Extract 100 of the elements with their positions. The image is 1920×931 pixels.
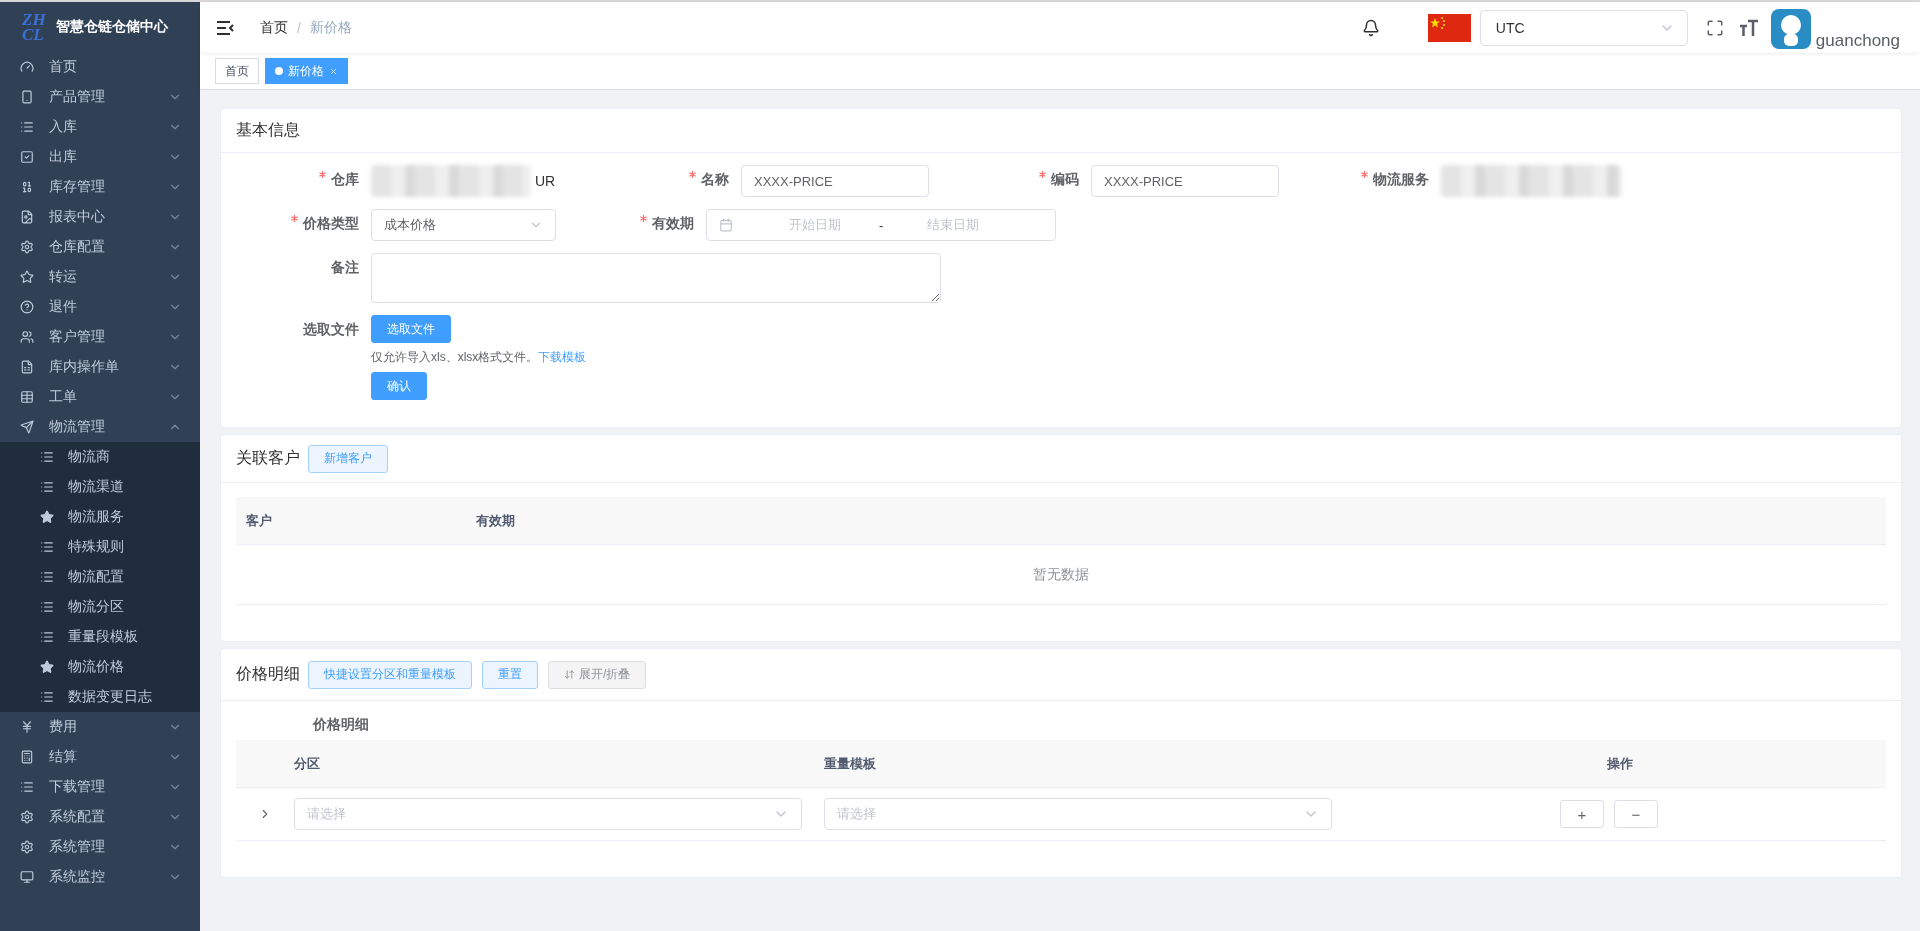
submenu-item[interactable]: 物流价格	[0, 652, 200, 682]
field-label: 选取文件	[302, 320, 360, 339]
font-size-icon[interactable]	[1738, 18, 1759, 37]
timezone-select[interactable]: UTC	[1479, 9, 1688, 46]
remark-field[interactable]	[371, 253, 941, 303]
menu-icon	[20, 840, 34, 854]
submenu-item[interactable]: 重量段模板	[0, 622, 200, 652]
range-separator: -	[879, 217, 885, 233]
menu-item[interactable]: 转运	[0, 262, 200, 292]
menu-item[interactable]: 工单	[0, 382, 200, 412]
breadcrumb-item[interactable]: 首页	[260, 18, 288, 37]
required-asterisk-icon	[640, 215, 647, 222]
submenu-item[interactable]: 特殊规则	[0, 532, 200, 562]
menu-icon	[20, 390, 34, 404]
breadcrumb-separator: /	[297, 19, 301, 36]
submenu-item[interactable]: 数据变更日志	[0, 682, 200, 712]
avatar-icon[interactable]	[1770, 9, 1811, 49]
menu-icon	[20, 720, 34, 734]
list-icon	[40, 540, 54, 554]
card-title: 关联客户	[236, 448, 300, 468]
menu-item[interactable]: 首页	[0, 52, 200, 82]
field-value: UR	[535, 172, 556, 191]
input-field[interactable]: XXXX-PRICE	[1091, 165, 1279, 197]
menu-icon	[20, 750, 34, 764]
menu-icon	[20, 180, 34, 194]
menu-item[interactable]: 产品管理	[0, 82, 200, 112]
list-icon	[40, 570, 54, 584]
menu-icon	[20, 330, 34, 344]
field-label: 编码	[929, 165, 1091, 193]
menu-item[interactable]: 入库	[0, 112, 200, 142]
field-label: 仓库	[221, 165, 371, 193]
list-icon	[40, 480, 54, 494]
menu-item[interactable]: 物流管理	[0, 412, 200, 442]
menu-item[interactable]: 系统监控	[0, 862, 200, 892]
menu-icon	[20, 120, 34, 134]
notification-bell-icon[interactable]	[1361, 18, 1380, 37]
menu-icon	[20, 300, 34, 314]
submenu-item[interactable]: 物流服务	[0, 502, 200, 532]
date-range-field[interactable]: 开始日期 - 结束日期	[706, 209, 1056, 241]
required-asterisk-icon	[319, 171, 326, 178]
field-label: 物流服务	[1279, 165, 1441, 193]
menu-icon	[20, 360, 34, 374]
star-icon	[40, 510, 54, 524]
menu-item[interactable]: 客户管理	[0, 322, 200, 352]
logo: ZH CL	[22, 12, 46, 42]
field-label: 名称	[579, 165, 741, 193]
menu-item[interactable]: 系统配置	[0, 802, 200, 832]
submenu-item[interactable]: 物流分区	[0, 592, 200, 622]
field-label: 价格类型	[221, 209, 371, 237]
menu-item[interactable]: 退件	[0, 292, 200, 322]
list-icon	[40, 630, 54, 644]
menu-item[interactable]: 库存管理	[0, 172, 200, 202]
fullscreen-icon[interactable]	[1705, 18, 1724, 37]
menu-item[interactable]: 下载管理	[0, 772, 200, 802]
column-header: 客户	[245, 511, 273, 530]
breadcrumb-item: 新价格	[309, 18, 352, 37]
flag-icon[interactable]	[1427, 13, 1471, 42]
menu-icon	[20, 870, 34, 884]
field-label: 备注	[330, 258, 360, 277]
menu-icon	[20, 90, 34, 104]
menu-icon	[20, 420, 34, 434]
required-asterisk-icon	[689, 171, 696, 178]
empty-text: 暂无数据	[1033, 565, 1089, 584]
menu-icon	[20, 60, 34, 74]
remove-row-button[interactable]: −	[1614, 800, 1658, 828]
column-header: 有效期	[475, 511, 516, 530]
column-header: 重量模板	[824, 754, 877, 773]
required-asterisk-icon	[291, 215, 298, 222]
menu-item[interactable]: 报表中心	[0, 202, 200, 232]
column-header: 操作	[1606, 754, 1634, 773]
sort-icon	[564, 669, 575, 680]
menu-icon	[20, 810, 34, 824]
list-icon	[40, 450, 54, 464]
app-title: 智慧仓链仓储中心	[55, 18, 168, 36]
add-row-button[interactable]: +	[1560, 800, 1604, 828]
required-asterisk-icon	[1039, 171, 1046, 178]
input-field[interactable]: XXXX-PRICE	[741, 165, 929, 197]
submenu-item[interactable]: 物流渠道	[0, 472, 200, 502]
menu-item[interactable]: 费用	[0, 712, 200, 742]
menu-toggle-icon[interactable]	[216, 19, 234, 36]
submenu-item[interactable]: 物流配置	[0, 562, 200, 592]
upload-hint: 仅允许导入xls、xlsx格式文件。下载模板	[371, 349, 587, 366]
card-title: 价格明细	[236, 664, 300, 684]
submenu-item[interactable]: 物流商	[0, 442, 200, 472]
required-asterisk-icon	[1361, 171, 1368, 178]
calendar-icon	[719, 218, 733, 232]
tab[interactable]: 首页	[215, 58, 259, 84]
menu-item[interactable]: 仓库配置	[0, 232, 200, 262]
menu-icon	[20, 210, 34, 224]
column-header: 分区	[294, 754, 321, 773]
list-icon	[40, 600, 54, 614]
menu-icon	[20, 780, 34, 794]
menu-item[interactable]: 出库	[0, 142, 200, 172]
username: guanchong	[1815, 31, 1900, 51]
menu-item[interactable]: 结算	[0, 742, 200, 772]
select-field[interactable]: 成本价格	[371, 209, 556, 241]
menu-item[interactable]: 库内操作单	[0, 352, 200, 382]
menu-item[interactable]: 系统管理	[0, 832, 200, 862]
start-date-placeholder: 开始日期	[789, 216, 842, 234]
menu-icon	[20, 240, 34, 254]
